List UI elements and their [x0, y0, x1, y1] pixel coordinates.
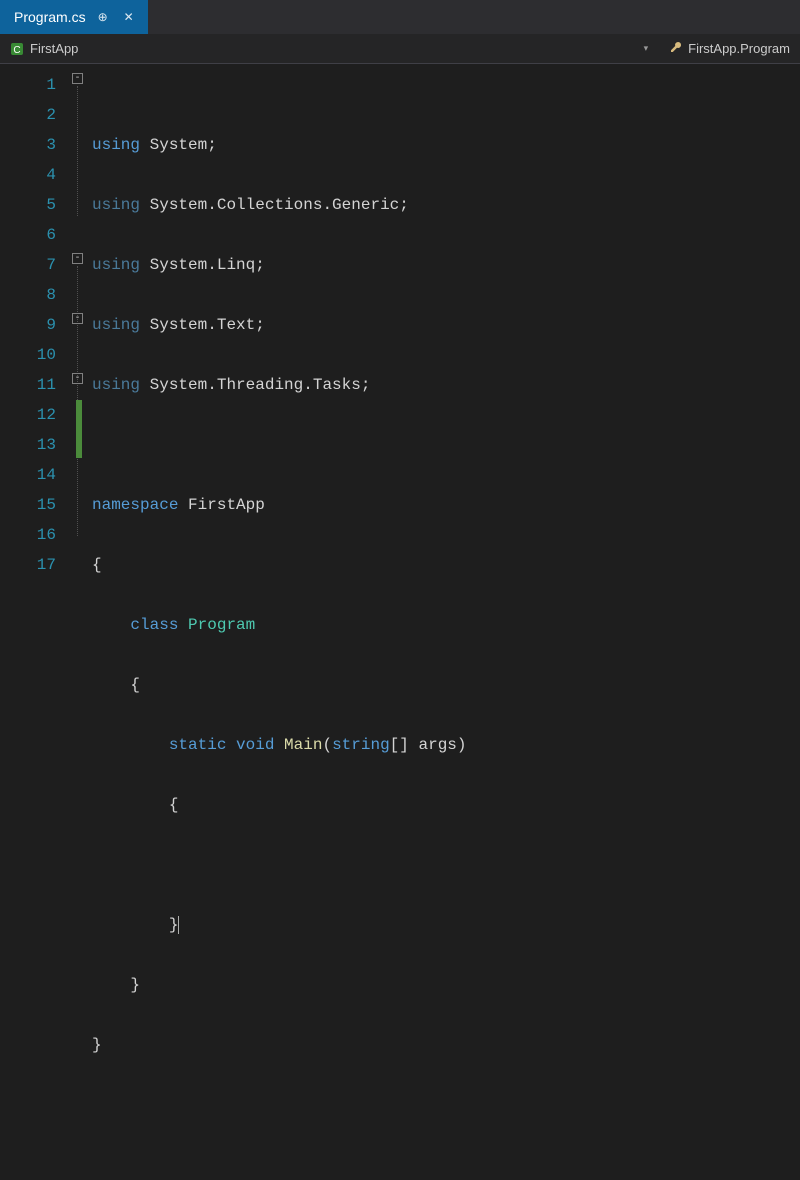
line-number: 13 [0, 430, 56, 460]
tab-bar: Program.cs ⊕ ✕ [0, 0, 800, 34]
csharp-project-icon: C [10, 42, 24, 56]
line-number: 15 [0, 490, 56, 520]
navigation-bar: C FirstApp ▾ FirstApp.Program [0, 34, 800, 64]
line-number: 16 [0, 520, 56, 550]
fold-guide [77, 86, 78, 216]
code-line: } [92, 970, 800, 1000]
code-editor[interactable]: 1 2 3 4 5 6 7 8 9 10 11 12 13 14 15 16 1… [0, 64, 800, 600]
text-cursor [178, 916, 179, 934]
code-line: } [92, 1030, 800, 1060]
code-line: using System.Threading.Tasks; [92, 370, 800, 400]
fold-column: - - - - [70, 64, 92, 600]
line-number: 7 [0, 250, 56, 280]
line-number: 14 [0, 460, 56, 490]
svg-text:C: C [13, 45, 20, 56]
project-name: FirstApp [30, 41, 78, 56]
code-content[interactable]: using System; using System.Collections.G… [92, 64, 800, 600]
code-line: static void Main(string[] args) [92, 730, 800, 760]
line-number: 11 [0, 370, 56, 400]
close-icon[interactable]: ✕ [120, 8, 138, 26]
fold-toggle[interactable]: - [72, 313, 83, 324]
line-number: 12 [0, 400, 56, 430]
code-line: { [92, 670, 800, 700]
code-line: using System.Text; [92, 310, 800, 340]
pin-icon[interactable]: ⊕ [94, 8, 112, 26]
line-number: 17 [0, 550, 56, 580]
project-scope-dropdown[interactable]: C FirstApp [10, 41, 78, 56]
code-line [92, 430, 800, 460]
member-scope-dropdown[interactable]: FirstApp.Program [668, 40, 790, 57]
line-number: 10 [0, 340, 56, 370]
line-number: 4 [0, 160, 56, 190]
line-number-gutter: 1 2 3 4 5 6 7 8 9 10 11 12 13 14 15 16 1… [0, 64, 70, 600]
code-line: namespace FirstApp [92, 490, 800, 520]
line-number: 8 [0, 280, 56, 310]
line-number: 2 [0, 100, 56, 130]
tab-program-cs[interactable]: Program.cs ⊕ ✕ [0, 0, 148, 34]
chevron-down-icon[interactable]: ▾ [644, 43, 649, 54]
line-number: 3 [0, 130, 56, 160]
code-line: class Program [92, 610, 800, 640]
tab-filename: Program.cs [14, 9, 86, 25]
code-line: { [92, 790, 800, 820]
code-line [92, 850, 800, 880]
line-number: 5 [0, 190, 56, 220]
code-line: } [92, 910, 800, 940]
line-number: 6 [0, 220, 56, 250]
scope-name: FirstApp.Program [688, 41, 790, 56]
code-line: { [92, 550, 800, 580]
code-line [92, 1090, 800, 1120]
wrench-icon [668, 40, 682, 57]
line-number: 9 [0, 310, 56, 340]
code-line: using System; [92, 130, 800, 160]
code-line: using System.Linq; [92, 250, 800, 280]
fold-toggle[interactable]: - [72, 73, 83, 84]
line-number: 1 [0, 70, 56, 100]
code-line: using System.Collections.Generic; [92, 190, 800, 220]
fold-toggle[interactable]: - [72, 373, 83, 384]
fold-toggle[interactable]: - [72, 253, 83, 264]
change-marker [76, 400, 82, 458]
